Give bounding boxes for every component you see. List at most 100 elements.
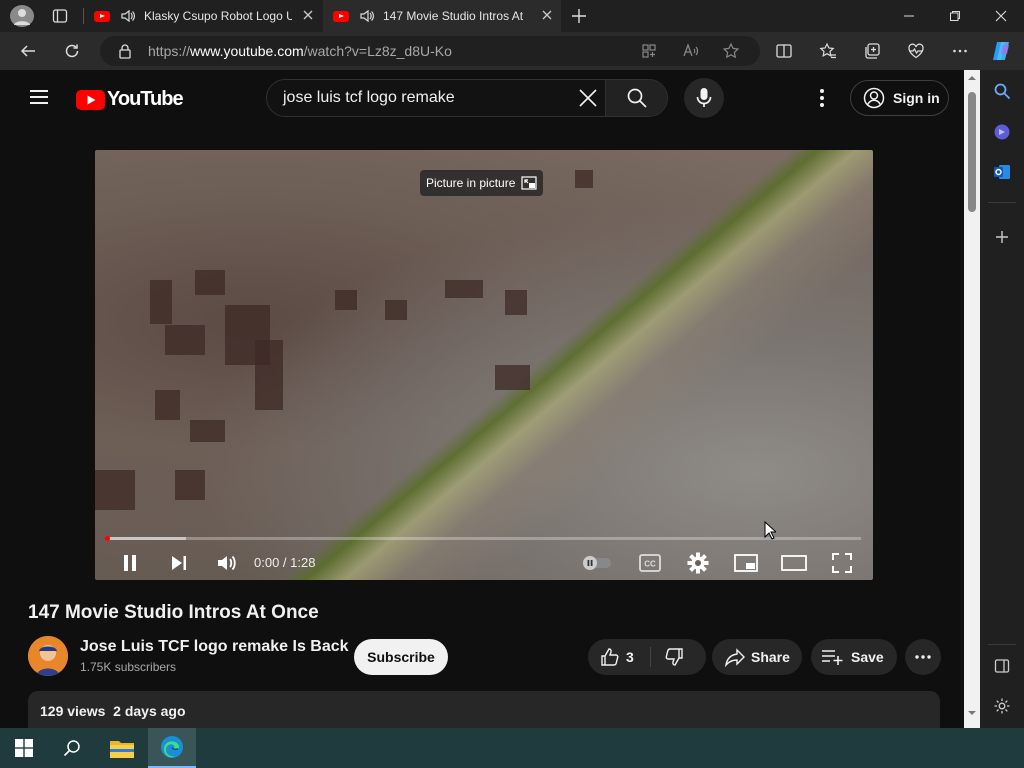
minimize-window-icon[interactable] (886, 0, 932, 32)
lock-icon[interactable] (117, 43, 133, 59)
picture-in-picture-tooltip: Picture in picture (420, 170, 544, 196)
split-screen-icon[interactable] (769, 36, 799, 66)
pause-button[interactable] (115, 548, 145, 578)
clear-search-icon[interactable] (578, 88, 598, 108)
address-bar[interactable]: https://www.youtube.com/watch?v=Lz8z_d8U… (100, 36, 760, 66)
tab-title: 147 Movie Studio Intros At (383, 9, 524, 23)
svg-text:CC: CC (644, 560, 656, 569)
more-horizontal-icon (914, 654, 932, 660)
browser-essentials-icon[interactable] (901, 36, 931, 66)
back-icon[interactable] (13, 36, 43, 66)
sidebar-settings-gear-icon[interactable] (988, 692, 1016, 720)
next-video-button[interactable] (164, 548, 194, 578)
windows-taskbar (0, 728, 1024, 768)
account-icon (863, 87, 885, 109)
video-player[interactable]: Picture in picture 0:00 / 1:28 CC (95, 150, 873, 580)
sidebar-divider (988, 644, 1016, 645)
subscriber-count: 1.75K subscribers (80, 660, 177, 674)
settings-gear-button[interactable] (683, 548, 713, 578)
app-available-icon[interactable] (641, 43, 657, 59)
progress-bar[interactable] (105, 536, 861, 541)
hide-sidebar-icon[interactable] (988, 652, 1016, 680)
sidebar-copilot-icon[interactable] (988, 118, 1016, 146)
channel-avatar[interactable] (28, 636, 68, 676)
pip-tooltip-icon (521, 175, 537, 191)
page-scrollbar[interactable] (964, 70, 980, 728)
share-icon (724, 647, 746, 667)
search-button[interactable] (605, 80, 667, 116)
profile-avatar-icon[interactable] (10, 5, 34, 27)
dislike-button[interactable] (664, 647, 684, 667)
upload-date: 2 days ago (113, 703, 186, 719)
collections-icon[interactable] (857, 36, 887, 66)
youtube-page: YouTube jose luis tcf logo remake Sign i… (4, 70, 964, 728)
description-box[interactable]: 129 views 2 days ago (28, 691, 940, 728)
like-count: 3 (626, 649, 634, 665)
youtube-logo[interactable]: YouTube (76, 88, 184, 111)
more-options-icon[interactable] (945, 36, 975, 66)
close-window-icon[interactable] (978, 0, 1024, 32)
read-aloud-icon[interactable] (682, 42, 700, 60)
edge-browser-taskbar-icon[interactable] (148, 728, 196, 768)
fullscreen-button[interactable] (827, 548, 857, 578)
refresh-icon[interactable] (57, 36, 87, 66)
search-icon (626, 87, 648, 109)
sidebar-outlook-icon[interactable] (988, 158, 1016, 186)
share-button[interactable]: Share (712, 639, 802, 675)
scroll-up-icon[interactable] (968, 74, 976, 82)
miniplayer-button[interactable] (731, 548, 761, 578)
sidebar-add-icon[interactable] (988, 223, 1016, 251)
save-label: Save (851, 649, 884, 665)
subtitles-button[interactable]: CC (635, 548, 665, 578)
scrubber-handle[interactable] (105, 536, 110, 541)
view-count: 129 views (40, 703, 106, 719)
windows-start-icon[interactable] (0, 728, 48, 768)
search-input[interactable]: jose luis tcf logo remake (283, 89, 455, 107)
video-title: 147 Movie Studio Intros At Once (28, 602, 319, 623)
taskbar-search-icon[interactable] (48, 728, 96, 768)
settings-menu-icon[interactable] (814, 87, 830, 109)
tab-klasky-csupo[interactable]: Klasky Csupo Robot Logo U (86, 0, 322, 32)
volume-button[interactable] (212, 548, 242, 578)
like-divider (650, 647, 651, 667)
favorites-icon[interactable] (813, 36, 843, 66)
search-box[interactable]: jose luis tcf logo remake (266, 79, 668, 117)
edge-sidebar (980, 70, 1024, 728)
share-label: Share (751, 649, 790, 665)
audio-playing-icon[interactable] (359, 8, 375, 24)
autoplay-toggle[interactable] (579, 548, 615, 578)
voice-search-button[interactable] (684, 78, 724, 118)
tab-actions-icon[interactable] (52, 8, 68, 24)
like-dislike-group: 3 (588, 639, 706, 675)
more-actions-button[interactable] (905, 639, 941, 675)
video-metadata: 129 views 2 days ago (40, 703, 186, 719)
channel-name[interactable]: Jose Luis TCF logo remake Is Back (80, 638, 349, 656)
audio-playing-icon[interactable] (120, 8, 136, 24)
youtube-logo-text: YouTube (107, 88, 184, 110)
url-text[interactable]: https://www.youtube.com/watch?v=Lz8z_d8U… (148, 43, 452, 59)
close-tab-icon[interactable] (302, 9, 314, 21)
subscribe-button[interactable]: Subscribe (354, 639, 448, 675)
menu-hamburger-icon[interactable] (28, 87, 50, 107)
sidebar-divider (988, 202, 1016, 203)
new-tab-icon[interactable] (570, 7, 588, 25)
favorite-star-icon[interactable] (722, 42, 740, 60)
scrollbar-thumb[interactable] (968, 92, 976, 212)
tab-title: Klasky Csupo Robot Logo U (144, 9, 292, 23)
like-button[interactable] (600, 647, 620, 667)
tab-separator (83, 8, 84, 24)
file-explorer-icon[interactable] (98, 728, 146, 768)
save-button[interactable]: Save (811, 639, 897, 675)
sidebar-search-icon[interactable] (988, 77, 1016, 105)
pip-tooltip-text: Picture in picture (426, 176, 516, 190)
sign-in-button[interactable]: Sign in (850, 80, 949, 116)
save-playlist-icon (821, 648, 843, 666)
close-tab-icon[interactable] (541, 9, 553, 21)
mouse-cursor-icon (764, 521, 776, 540)
scroll-down-icon[interactable] (968, 709, 976, 717)
copilot-icon[interactable] (987, 36, 1017, 66)
restore-window-icon[interactable] (932, 0, 978, 32)
tab-movie-studio-intros[interactable]: 147 Movie Studio Intros At (323, 0, 561, 32)
youtube-favicon-icon (333, 10, 349, 22)
theater-mode-button[interactable] (779, 548, 809, 578)
